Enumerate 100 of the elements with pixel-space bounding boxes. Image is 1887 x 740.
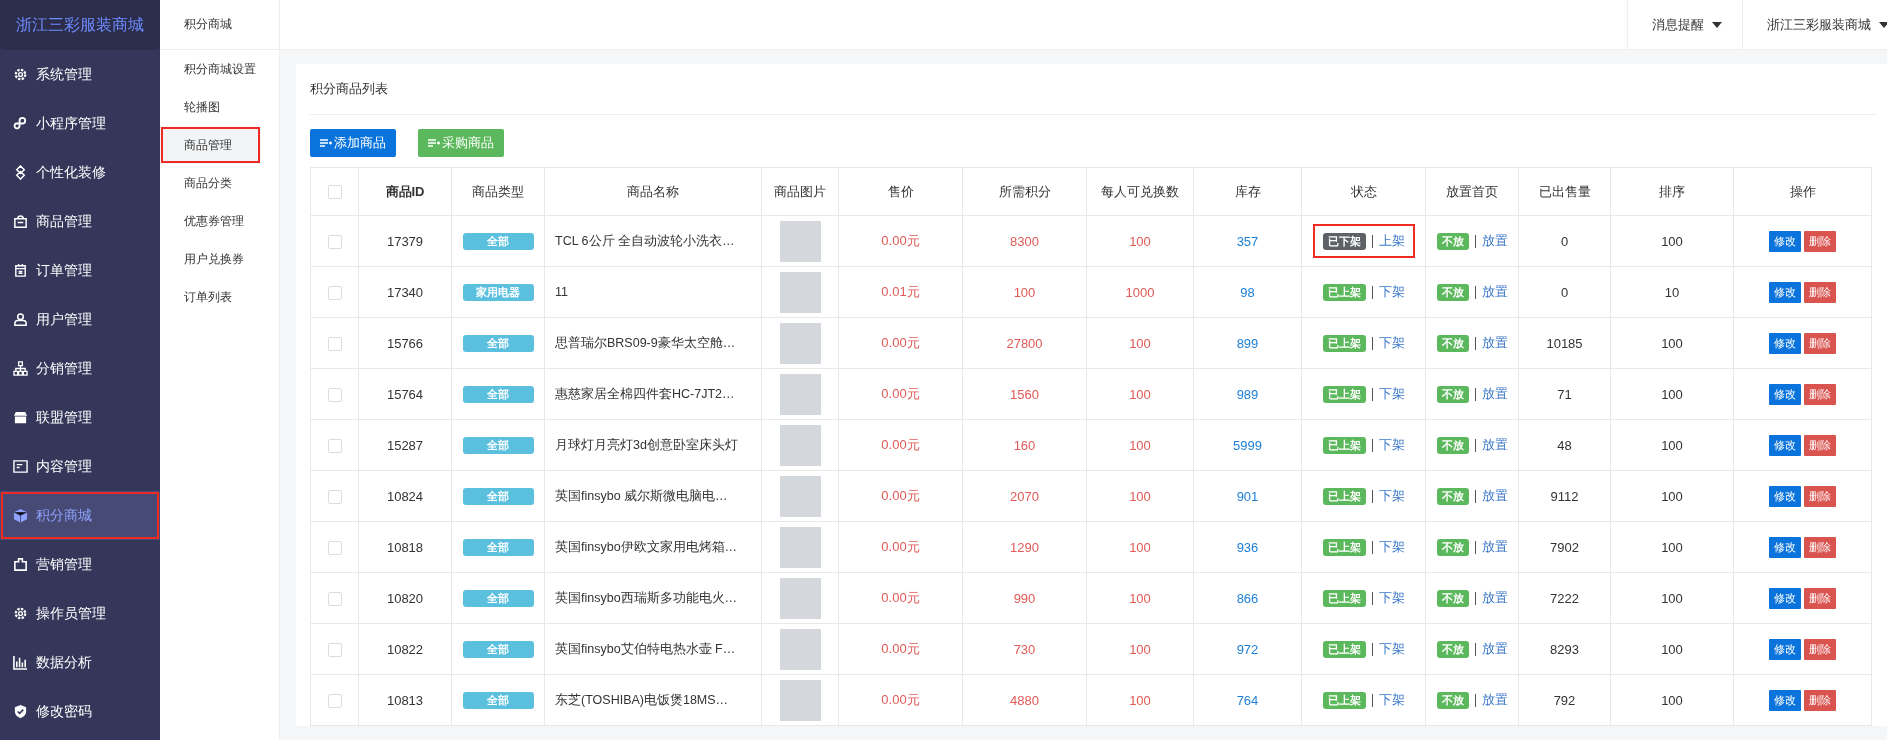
row-checkbox[interactable] — [327, 642, 342, 657]
table-cell: 100 — [1086, 317, 1194, 369]
edit-button[interactable]: 修改 — [1768, 434, 1801, 456]
status-link[interactable]: 下架 — [1378, 640, 1405, 658]
add-button[interactable]: 添加商品 — [310, 129, 396, 157]
row-checkbox[interactable] — [327, 234, 342, 249]
delete-button[interactable]: 删除 — [1804, 638, 1837, 660]
table-cell: 17340 — [358, 266, 452, 318]
submenu-item[interactable]: 优惠券管理 — [160, 202, 279, 240]
status-link[interactable]: 下架 — [1378, 538, 1405, 556]
brand-title: 浙江三彩服装商城 — [0, 0, 160, 50]
submenu-item[interactable]: 商品分类 — [160, 164, 279, 202]
sidebar-item[interactable]: 分销管理 — [0, 344, 160, 393]
sidebar-item[interactable]: 修改密码 — [0, 687, 160, 736]
row-checkbox[interactable] — [327, 438, 342, 453]
sidebar-item[interactable]: 积分商城 — [0, 491, 160, 540]
delete-button[interactable]: 删除 — [1804, 587, 1837, 609]
sidebar-item[interactable]: 系统管理 — [0, 50, 160, 99]
row-checkbox[interactable] — [327, 285, 342, 300]
select-all-checkbox[interactable] — [327, 185, 342, 200]
home-link[interactable]: 放置 — [1481, 436, 1508, 454]
edit-button[interactable]: 修改 — [1768, 281, 1801, 303]
home-link[interactable]: 放置 — [1481, 385, 1508, 403]
edit-button[interactable]: 修改 — [1768, 587, 1801, 609]
table-cell: 100 — [1086, 521, 1194, 573]
delete-button[interactable]: 删除 — [1804, 536, 1837, 558]
dropdown-menu[interactable]: 消息提醒 — [1627, 0, 1742, 49]
edit-button[interactable]: 修改 — [1768, 689, 1801, 711]
submenu-item[interactable]: 订单列表 — [160, 278, 279, 316]
submenu-item[interactable]: 轮播图 — [160, 88, 279, 126]
status-badge: 已下架 — [1322, 232, 1366, 250]
home-link[interactable]: 放置 — [1481, 334, 1508, 352]
home-link[interactable]: 放置 — [1481, 640, 1508, 658]
purchase-button[interactable]: 采购商品 — [418, 129, 504, 157]
home-link[interactable]: 放置 — [1481, 283, 1508, 301]
home-link[interactable]: 放置 — [1481, 487, 1508, 505]
sidebar-item[interactable]: 订单管理 — [0, 246, 160, 295]
sidebar-item[interactable]: 联盟管理 — [0, 393, 160, 442]
table-cell: 100 — [1610, 470, 1734, 522]
home-badge: 不放 — [1436, 436, 1469, 454]
home-link[interactable]: 放置 — [1481, 589, 1508, 607]
table-cell: 8300 — [962, 215, 1087, 267]
edit-button[interactable]: 修改 — [1768, 485, 1801, 507]
home-badge: 不放 — [1436, 385, 1469, 403]
delete-button[interactable]: 删除 — [1804, 485, 1837, 507]
edit-button[interactable]: 修改 — [1768, 638, 1801, 660]
table-cell: 71 — [1518, 368, 1611, 420]
delete-button[interactable]: 删除 — [1804, 383, 1837, 405]
row-checkbox[interactable] — [327, 540, 342, 555]
delete-button[interactable]: 删除 — [1804, 230, 1837, 252]
diamond-icon — [13, 165, 28, 180]
row-checkbox[interactable] — [327, 693, 342, 708]
status-link[interactable]: 下架 — [1378, 589, 1405, 607]
row-checkbox[interactable] — [327, 336, 342, 351]
status-badge: 已上架 — [1322, 283, 1366, 301]
link-icon — [13, 116, 28, 131]
status-link[interactable]: 下架 — [1378, 487, 1405, 505]
status-link[interactable]: 下架 — [1378, 283, 1405, 301]
edit-button[interactable]: 修改 — [1768, 230, 1801, 252]
home-link[interactable]: 放置 — [1481, 232, 1508, 250]
status-link[interactable]: 下架 — [1378, 691, 1405, 709]
table-cell: 11 — [544, 266, 762, 318]
table-cell: 936 — [1193, 521, 1302, 573]
delete-button[interactable]: 删除 — [1804, 332, 1837, 354]
column-header: 商品ID — [358, 167, 452, 216]
sidebar-item[interactable]: 内容管理 — [0, 442, 160, 491]
sidebar-item[interactable]: 小程序管理 — [0, 99, 160, 148]
table-cell: 15764 — [358, 368, 452, 420]
home-link[interactable]: 放置 — [1481, 538, 1508, 556]
row-checkbox[interactable] — [327, 489, 342, 504]
delete-button[interactable]: 删除 — [1804, 281, 1837, 303]
sidebar-item[interactable]: 商品管理 — [0, 197, 160, 246]
edit-button[interactable]: 修改 — [1768, 536, 1801, 558]
edit-button[interactable]: 修改 — [1768, 332, 1801, 354]
status-badge: 已上架 — [1322, 589, 1366, 607]
column-header: 商品类型 — [451, 167, 545, 216]
sidebar-item[interactable]: 数据分析 — [0, 638, 160, 687]
delete-button[interactable]: 删除 — [1804, 434, 1837, 456]
status-link[interactable]: 下架 — [1378, 334, 1405, 352]
row-checkbox[interactable] — [327, 387, 342, 402]
edit-button[interactable]: 修改 — [1768, 383, 1801, 405]
submenu-item[interactable]: 用户兑换券 — [160, 240, 279, 278]
table-cell: 10 — [1610, 266, 1734, 318]
status-link[interactable]: 上架 — [1378, 232, 1405, 250]
delete-button[interactable]: 删除 — [1804, 689, 1837, 711]
photo-placeholder — [779, 220, 821, 262]
dropdown-menu[interactable]: 浙江三彩服装商城 — [1742, 0, 1887, 49]
category-tag: 全部 — [462, 334, 534, 352]
sidebar-item[interactable]: 操作员管理 — [0, 589, 160, 638]
sidebar-item[interactable]: 个性化装修 — [0, 148, 160, 197]
row-checkbox[interactable] — [327, 591, 342, 606]
table-cell: 惠慈家居全棉四件套HC-7JT2… — [544, 368, 762, 420]
submenu-item[interactable]: 积分商城设置 — [160, 50, 279, 88]
submenu-item[interactable]: 商品管理 — [160, 126, 261, 164]
status-link[interactable]: 下架 — [1378, 385, 1405, 403]
sidebar-item[interactable]: 营销管理 — [0, 540, 160, 589]
bar-chart-icon — [13, 655, 28, 670]
status-link[interactable]: 下架 — [1378, 436, 1405, 454]
home-link[interactable]: 放置 — [1481, 691, 1508, 709]
sidebar-item[interactable]: 用户管理 — [0, 295, 160, 344]
